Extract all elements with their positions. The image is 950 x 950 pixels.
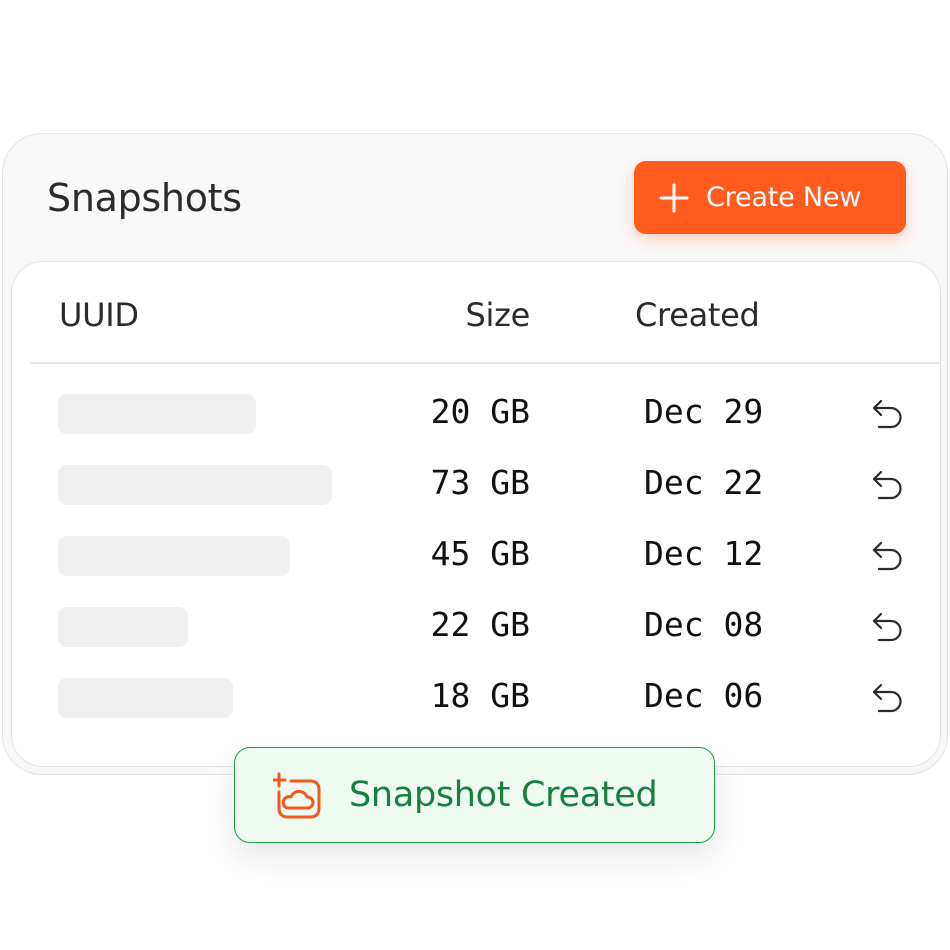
column-header-created: Created bbox=[635, 296, 760, 334]
table-row: 45 GB Dec 12 bbox=[12, 534, 940, 578]
size-cell: 20 GB bbox=[430, 392, 530, 431]
created-cell: Dec 29 bbox=[644, 392, 764, 431]
size-cell: 18 GB bbox=[430, 676, 530, 715]
header-divider bbox=[30, 362, 940, 364]
page-title: Snapshots bbox=[47, 176, 242, 220]
table-row: 73 GB Dec 22 bbox=[12, 463, 940, 507]
create-new-label: Create New bbox=[706, 182, 862, 213]
create-new-button[interactable]: Create New bbox=[634, 161, 906, 234]
restore-icon[interactable] bbox=[870, 396, 906, 432]
uuid-placeholder bbox=[58, 607, 188, 647]
uuid-placeholder bbox=[58, 394, 256, 434]
toast-message: Snapshot Created bbox=[349, 775, 658, 815]
column-header-size: Size bbox=[465, 296, 531, 334]
restore-icon[interactable] bbox=[870, 467, 906, 503]
created-cell: Dec 06 bbox=[644, 676, 764, 715]
size-cell: 73 GB bbox=[430, 463, 530, 502]
table-row: 20 GB Dec 29 bbox=[12, 392, 940, 436]
created-cell: Dec 12 bbox=[644, 534, 764, 573]
snapshots-table: UUID Size Created 20 GB Dec 29 73 GB Dec… bbox=[11, 261, 941, 767]
size-cell: 22 GB bbox=[430, 605, 530, 644]
uuid-placeholder bbox=[58, 465, 332, 505]
size-cell: 45 GB bbox=[430, 534, 530, 573]
created-cell: Dec 22 bbox=[644, 463, 764, 502]
plus-icon bbox=[659, 183, 689, 212]
column-header-uuid: UUID bbox=[59, 296, 139, 334]
uuid-placeholder bbox=[58, 678, 233, 718]
snapshots-card: Snapshots Create New UUID Size Created 2… bbox=[2, 133, 948, 775]
restore-icon[interactable] bbox=[870, 680, 906, 716]
table-row: 18 GB Dec 06 bbox=[12, 676, 940, 720]
table-row: 22 GB Dec 08 bbox=[12, 605, 940, 649]
snapshot-created-toast: Snapshot Created bbox=[234, 747, 715, 843]
restore-icon[interactable] bbox=[870, 609, 906, 645]
created-cell: Dec 08 bbox=[644, 605, 764, 644]
uuid-placeholder bbox=[58, 536, 290, 576]
add-cloud-snapshot-icon bbox=[273, 772, 321, 819]
restore-icon[interactable] bbox=[870, 538, 906, 574]
